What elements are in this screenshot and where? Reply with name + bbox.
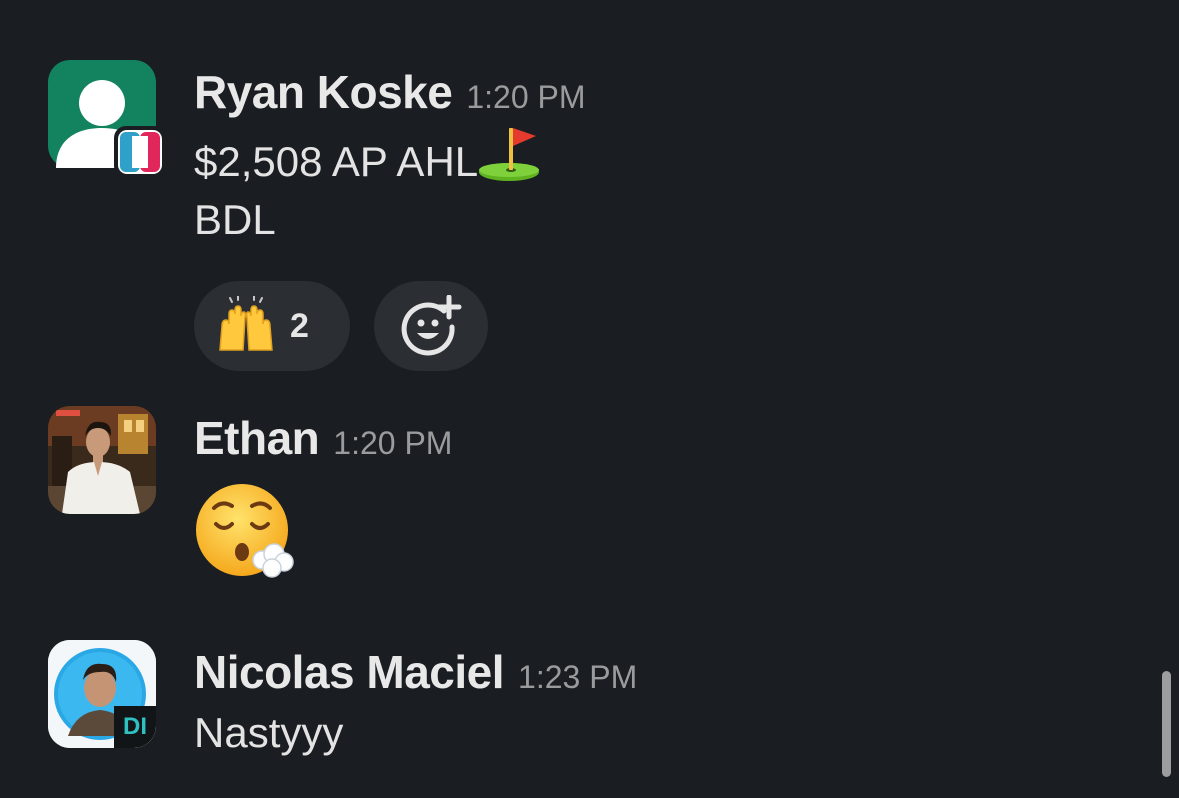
- add-reaction-button[interactable]: [374, 281, 488, 371]
- raising-hands-emoji: [219, 296, 273, 351]
- svg-text:DI: DI: [123, 713, 147, 740]
- message-content: Nicolas Maciel 1:23 PM Nastyyy: [194, 640, 1139, 762]
- reaction-count: 2: [290, 306, 309, 345]
- reaction-bar: 2: [194, 281, 1139, 371]
- emoji-message: [194, 482, 1139, 587]
- profile-photo: DI: [48, 640, 156, 748]
- timestamp[interactable]: 1:20 PM: [333, 411, 452, 475]
- message-content: Ethan 1:20 PM: [194, 406, 1139, 587]
- avatar-ryan-koske[interactable]: [48, 60, 166, 178]
- message-header: Ryan Koske 1:20 PM: [194, 60, 1139, 124]
- message-line: $2,508 AP AHL: [194, 124, 1139, 191]
- message-content: Ryan Koske 1:20 PM $2,508 AP AHL BDL 2: [194, 60, 1139, 371]
- reaction-raising-hands[interactable]: 2: [194, 281, 350, 371]
- default-user-avatar-icon: [48, 60, 166, 178]
- timestamp[interactable]: 1:23 PM: [518, 645, 637, 709]
- face-exhaling-emoji: [196, 484, 294, 578]
- message-text: Nastyyy: [194, 709, 344, 756]
- message-text: $2,508 AP AHL: [194, 138, 479, 185]
- author-name[interactable]: Ryan Koske: [194, 60, 453, 124]
- author-name[interactable]: Ethan: [194, 406, 320, 470]
- golf-flag-emoji: [479, 128, 540, 181]
- timestamp[interactable]: 1:20 PM: [466, 65, 585, 129]
- message-nicolas-maciel: DI Nicolas Maciel 1:23 PM Nastyyy: [48, 640, 1139, 780]
- message-header: Ethan 1:20 PM: [194, 406, 1139, 470]
- author-name[interactable]: Nicolas Maciel: [194, 640, 505, 704]
- message-line: BDL: [194, 196, 276, 243]
- avatar-ethan[interactable]: [48, 406, 156, 514]
- message-ethan: Ethan 1:20 PM: [48, 406, 1139, 586]
- message-header: Nicolas Maciel 1:23 PM: [194, 640, 1139, 704]
- scrollbar[interactable]: [1162, 671, 1171, 777]
- avatar-nicolas-maciel[interactable]: DI: [48, 640, 156, 748]
- profile-photo: [48, 406, 156, 514]
- add-reaction-icon: [401, 295, 462, 356]
- message-ryan-koske: Ryan Koske 1:20 PM $2,508 AP AHL BDL 2: [48, 60, 1139, 371]
